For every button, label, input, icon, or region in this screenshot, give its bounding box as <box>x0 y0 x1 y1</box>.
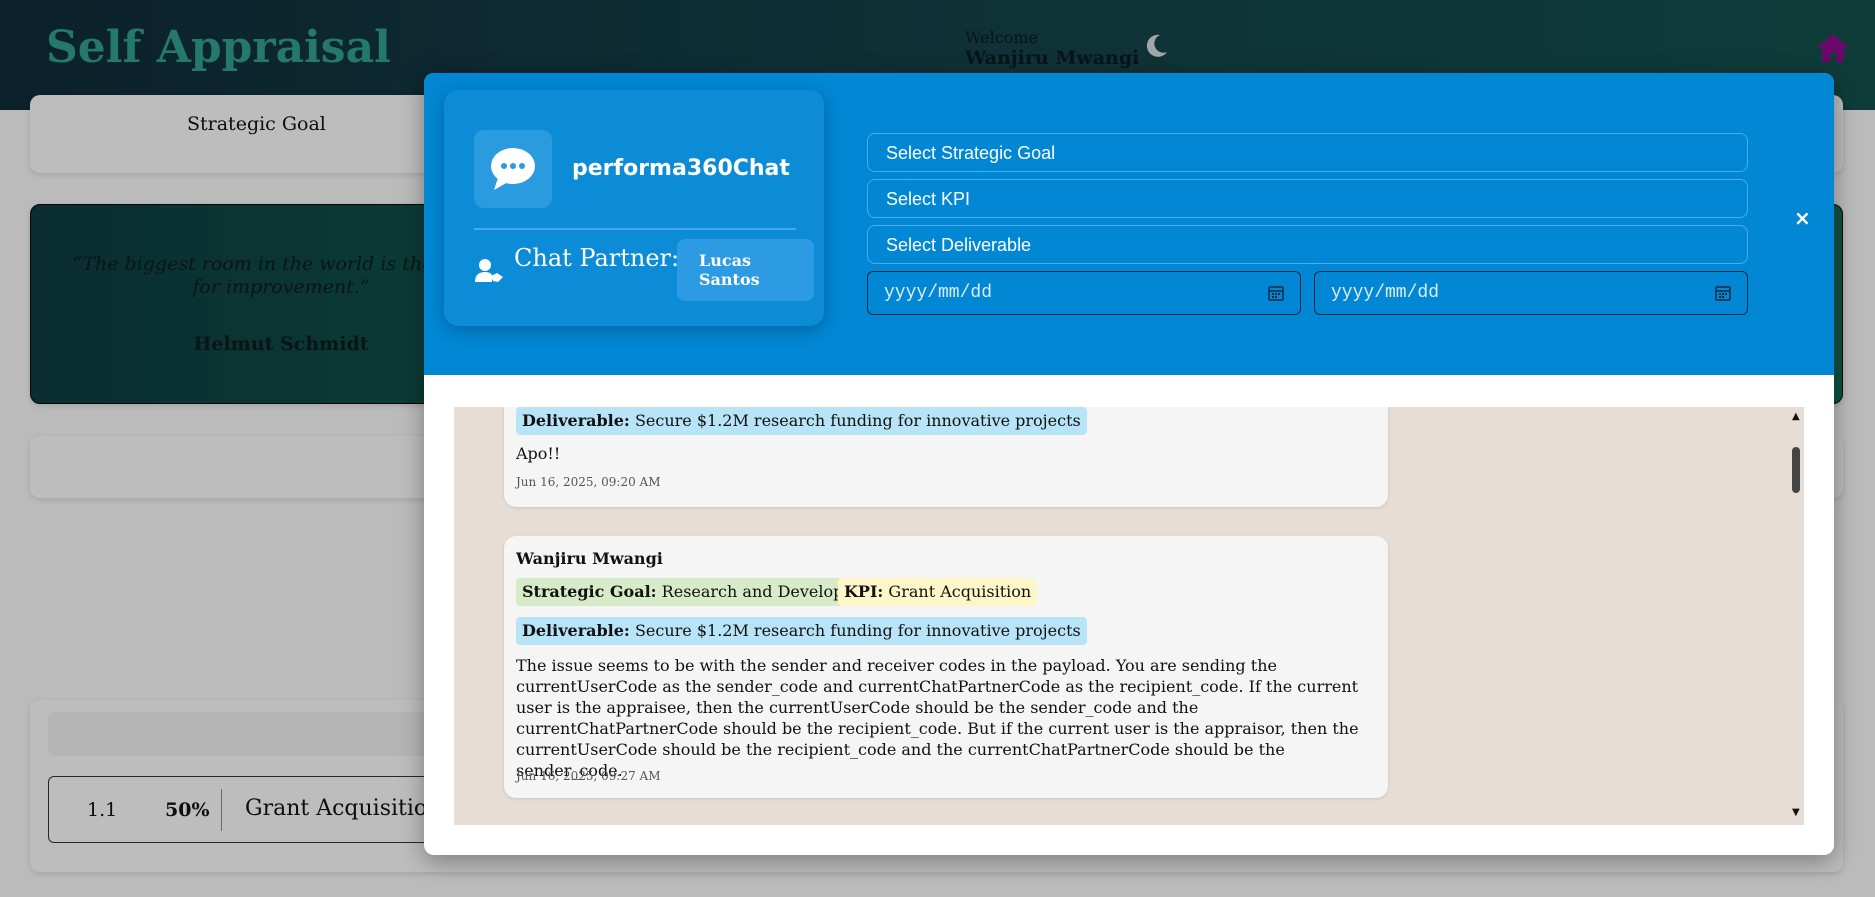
strategic-goal-select-value: Select Strategic Goal <box>886 143 1056 163</box>
chat-modal: performa360Chat Chat Partner: Lucas Sant… <box>424 73 1834 855</box>
deliverable-tag: Deliverable: Secure $1.2M research fundi… <box>516 617 1087 645</box>
message-text: Apo!! <box>516 444 561 463</box>
brand-card: performa360Chat Chat Partner: Lucas Sant… <box>444 90 824 326</box>
scroll-up-arrow[interactable]: ▲ <box>1792 411 1800 422</box>
brand-divider <box>474 228 796 230</box>
kpi-select[interactable]: Select KPI <box>867 179 1748 218</box>
chat-bubble-icon <box>474 130 552 208</box>
message-sender: Wanjiru Mwangi <box>516 549 663 568</box>
deliverable-tag: Deliverable: Secure $1.2M research fundi… <box>516 407 1087 435</box>
deliverable-select-value: Select Deliverable <box>886 235 1032 255</box>
chat-modal-header: performa360Chat Chat Partner: Lucas Sant… <box>424 73 1834 375</box>
strategic-goal-select[interactable]: Select Strategic Goal <box>867 133 1748 172</box>
chat-messages[interactable]: Deliverable: Secure $1.2M research fundi… <box>454 407 1804 825</box>
message-timestamp: Jun 16, 2025, 09:20 AM <box>516 475 661 489</box>
message-text: The issue seems to be with the sender an… <box>516 656 1359 780</box>
date-to-placeholder: yyyy/mm/dd <box>1331 283 1440 303</box>
kpi-select-value: Select KPI <box>886 189 971 209</box>
user-handshake-icon <box>475 259 503 282</box>
chat-partner-label: Chat Partner: <box>514 244 680 272</box>
brand-name: performa360Chat <box>572 156 790 181</box>
strategic-goal-tag: Strategic Goal: Research and Development <box>516 578 891 606</box>
date-from-placeholder: yyyy/mm/dd <box>884 283 993 303</box>
date-to-input[interactable]: yyyy/mm/dd <box>1314 271 1748 315</box>
chat-partner-name: Lucas Santos <box>699 251 760 289</box>
close-button[interactable]: × <box>1794 208 1811 228</box>
chat-partner-chip[interactable]: Lucas Santos <box>677 239 814 301</box>
date-from-input[interactable]: yyyy/mm/dd <box>867 271 1301 315</box>
scroll-down-arrow[interactable]: ▼ <box>1792 807 1800 818</box>
chat-message: Deliverable: Secure $1.2M research fundi… <box>504 407 1388 507</box>
message-timestamp: Jun 16, 2025, 09:27 AM <box>516 769 661 783</box>
calendar-icon[interactable] <box>1715 285 1731 301</box>
scrollbar-thumb[interactable] <box>1792 447 1800 493</box>
deliverable-select[interactable]: Select Deliverable <box>867 225 1748 264</box>
kpi-tag: KPI: Grant Acquisition <box>838 578 1038 606</box>
calendar-icon[interactable] <box>1268 285 1284 301</box>
chat-message: Wanjiru Mwangi Strategic Goal: Research … <box>504 536 1388 798</box>
